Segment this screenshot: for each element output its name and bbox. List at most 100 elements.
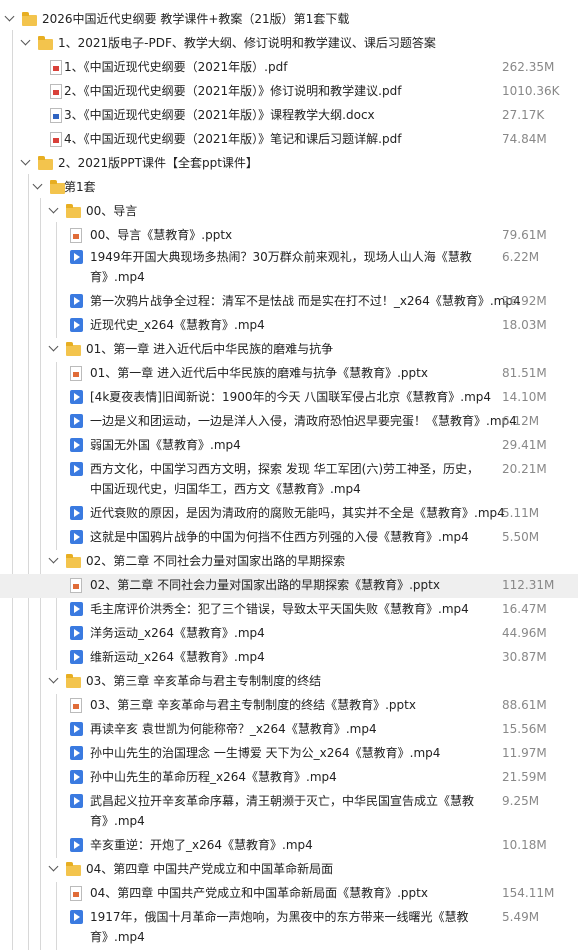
chevron-down-icon[interactable] — [20, 155, 31, 166]
file-row[interactable]: 弱国无外国《慧教育》.mp4 29.41M — [0, 434, 578, 458]
video-file-icon — [70, 318, 83, 332]
folder-row[interactable]: 04、第四章 中国共产党成立和中国革命新局面 — [0, 858, 578, 882]
file-name: [4k夏夜表情]旧闻新说：1900年的今天 八国联军侵占北京《慧教育》.mp4 — [90, 390, 492, 404]
file-size: 15.56M — [502, 722, 547, 736]
file-row[interactable]: 再读辛亥 袁世凯为何能称帝？_x264《慧教育》.mp4 15.56M — [0, 718, 578, 742]
file-row[interactable]: 近代衰败的原因，是因为清政府的腐败无能吗，其实并不全是《慧教育》.mp4 5.11… — [0, 502, 578, 526]
file-name: 01、第一章 进入近代后中华民族的磨难与抗争《慧教育》.pptx — [90, 366, 428, 380]
chevron-down-icon[interactable] — [48, 553, 59, 564]
file-row[interactable]: 西方文化，中国学习西方文明，探索 发现 华工军团(六)劳工神圣，历史，中国近现代… — [0, 458, 578, 502]
chevron-down-icon[interactable] — [4, 11, 15, 22]
video-file-icon — [70, 722, 83, 736]
file-row[interactable]: 一边是义和团运动，一边是洋人入侵，清政府恐怕迟早要完蛋！《慧教育》.mp4 6.1… — [0, 410, 578, 434]
chevron-down-icon[interactable] — [48, 673, 59, 684]
file-size: 20.21M — [502, 462, 547, 476]
file-row[interactable]: 这就是中国鸦片战争的中国为何挡不住西方列强的入侵《慧教育》.mp4 5.50M — [0, 526, 578, 550]
file-row[interactable]: 武昌起义拉开辛亥革命序幕，清王朝濒于灭亡，中华民国宣告成立《慧教育》.mp4 9.… — [0, 790, 578, 834]
folder-name: 第1套 — [64, 180, 96, 194]
file-size: 10.18M — [502, 838, 547, 852]
file-row[interactable]: 近现代史_x264《慧教育》.mp4 18.03M — [0, 314, 578, 338]
powerpoint-file-icon — [70, 578, 82, 593]
folder-row[interactable]: 2026中国近代史纲要 教学课件+教案（21版）第1套下载 — [0, 8, 578, 32]
folder-row[interactable]: 02、第二章 不同社会力量对国家出路的早期探索 — [0, 550, 578, 574]
video-file-icon — [70, 462, 83, 476]
file-row[interactable]: 洋务运动_x264《慧教育》.mp4 44.96M — [0, 622, 578, 646]
file-name: 洋务运动_x264《慧教育》.mp4 — [90, 626, 265, 640]
file-size: 1010.36K — [502, 84, 560, 98]
file-name: 武昌起义拉开辛亥革命序幕，清王朝濒于灭亡，中华民国宣告成立《慧教育》.mp4 — [90, 794, 475, 828]
file-row[interactable]: 维新运动_x264《慧教育》.mp4 30.87M — [0, 646, 578, 670]
file-name: 一边是义和团运动，一边是洋人入侵，清政府恐怕迟早要完蛋！《慧教育》.mp4 — [90, 414, 517, 428]
pdf-file-icon — [50, 132, 62, 147]
file-row[interactable]: 1949年开国大典现场多热闹？30万群众前来观礼，现场人山人海《慧教育》.mp4… — [0, 246, 578, 290]
file-size: 6.12M — [502, 414, 540, 428]
folder-name: 2026中国近代史纲要 教学课件+教案（21版）第1套下载 — [42, 12, 350, 26]
video-file-icon — [70, 530, 83, 544]
pdf-file-icon — [50, 84, 62, 99]
folder-row[interactable]: 1、2021版电子-PDF、教学大纲、修订说明和教学建议、课后习题答案 — [0, 32, 578, 56]
file-size: 6.22M — [502, 250, 540, 264]
folder-icon — [66, 204, 81, 218]
file-row[interactable]: 1、《中国近现代史纲要（2021年版）.pdf 262.35M — [0, 56, 578, 80]
file-size: 112.31M — [502, 578, 555, 592]
file-name: 2、《中国近现代史纲要（2021年版）》修订说明和教学建议.pdf — [64, 84, 402, 98]
file-row[interactable]: 第一次鸦片战争全过程：清军不是怯战 而是实在打不过！_x264《慧教育》.mp4… — [0, 290, 578, 314]
folder-name: 04、第四章 中国共产党成立和中国革命新局面 — [86, 862, 334, 876]
file-name: 3、《中国近现代史纲要（2021年版）》课程教学大纲.docx — [64, 108, 375, 122]
file-row[interactable]: 辛亥重逆：开炮了_x264《慧教育》.mp4 10.18M — [0, 834, 578, 858]
file-size: 74.84M — [502, 132, 547, 146]
file-row[interactable]: 02、第二章 不同社会力量对国家出路的早期探索《慧教育》.pptx 112.31M — [0, 574, 578, 598]
file-row[interactable]: 01、第一章 进入近代后中华民族的磨难与抗争《慧教育》.pptx 81.51M — [0, 362, 578, 386]
video-file-icon — [70, 294, 83, 308]
file-row[interactable]: 4、《中国近现代史纲要（2021年版）》笔记和课后习题详解.pdf 74.84M — [0, 128, 578, 152]
folder-name: 03、第三章 辛亥革命与君主专制制度的终结 — [86, 674, 322, 688]
file-size: 26.92M — [502, 294, 547, 308]
video-file-icon — [70, 770, 83, 784]
file-size: 16.47M — [502, 602, 547, 616]
file-row[interactable]: 1917年，俄国十月革命一声炮响，为黑夜中的东方带来一线曙光《慧教育》.mp4 5… — [0, 906, 578, 950]
file-tree: 2026中国近代史纲要 教学课件+教案（21版）第1套下载 1、2021版电子-P… — [0, 0, 578, 951]
chevron-down-icon[interactable] — [20, 35, 31, 46]
file-size: 5.50M — [502, 530, 540, 544]
chevron-down-icon[interactable] — [48, 203, 59, 214]
file-name: 再读辛亥 袁世凯为何能称帝？_x264《慧教育》.mp4 — [90, 722, 377, 736]
file-row[interactable]: 03、第三章 辛亥革命与君主专制制度的终结《慧教育》.pptx 88.61M — [0, 694, 578, 718]
video-file-icon — [70, 506, 83, 520]
file-name: 03、第三章 辛亥革命与君主专制制度的终结《慧教育》.pptx — [90, 698, 416, 712]
folder-icon — [38, 156, 53, 170]
file-row[interactable]: 孙中山先生的革命历程_x264《慧教育》.mp4 21.59M — [0, 766, 578, 790]
file-row[interactable]: 孙中山先生的治国理念 一生博爱 天下为公_x264《慧教育》.mp4 11.97M — [0, 742, 578, 766]
file-name: 1949年开国大典现场多热闹？30万群众前来观礼，现场人山人海《慧教育》.mp4 — [90, 250, 472, 284]
video-file-icon — [70, 414, 83, 428]
folder-row[interactable]: 2、2021版PPT课件【全套ppt课件】 — [0, 152, 578, 176]
folder-row[interactable]: 01、第一章 进入近代后中华民族的磨难与抗争 — [0, 338, 578, 362]
folder-row[interactable]: 00、导言 — [0, 200, 578, 224]
file-row[interactable]: 00、导言《慧教育》.pptx 79.61M — [0, 224, 578, 248]
file-row[interactable]: 04、第四章 中国共产党成立和中国革命新局面《慧教育》.pptx 154.11M — [0, 882, 578, 906]
file-row[interactable]: [4k夏夜表情]旧闻新说：1900年的今天 八国联军侵占北京《慧教育》.mp4 1… — [0, 386, 578, 410]
file-size: 27.17K — [502, 108, 545, 122]
file-row[interactable]: 毛主席评价洪秀全：犯了三个错误，导致太平天国失败《慧教育》.mp4 16.47M — [0, 598, 578, 622]
file-name: 维新运动_x264《慧教育》.mp4 — [90, 650, 265, 664]
file-row[interactable]: 3、《中国近现代史纲要（2021年版）》课程教学大纲.docx 27.17K — [0, 104, 578, 128]
pdf-file-icon — [50, 60, 62, 75]
folder-row[interactable]: 第1套 — [0, 176, 578, 200]
folder-icon — [50, 180, 65, 194]
video-file-icon — [70, 438, 83, 452]
file-name: 这就是中国鸦片战争的中国为何挡不住西方列强的入侵《慧教育》.mp4 — [90, 530, 469, 544]
folder-icon — [38, 36, 53, 50]
chevron-down-icon[interactable] — [48, 341, 59, 352]
powerpoint-file-icon — [70, 886, 82, 901]
chevron-down-icon[interactable] — [32, 179, 43, 190]
powerpoint-file-icon — [70, 698, 82, 713]
folder-name: 02、第二章 不同社会力量对国家出路的早期探索 — [86, 554, 346, 568]
file-name: 02、第二章 不同社会力量对国家出路的早期探索《慧教育》.pptx — [90, 578, 440, 592]
file-name: 00、导言《慧教育》.pptx — [90, 228, 233, 242]
chevron-down-icon[interactable] — [48, 861, 59, 872]
folder-icon — [66, 674, 81, 688]
video-file-icon — [70, 626, 83, 640]
folder-row[interactable]: 03、第三章 辛亥革命与君主专制制度的终结 — [0, 670, 578, 694]
file-size: 5.11M — [502, 506, 540, 520]
powerpoint-file-icon — [70, 366, 82, 381]
file-row[interactable]: 2、《中国近现代史纲要（2021年版）》修订说明和教学建议.pdf 1010.36… — [0, 80, 578, 104]
